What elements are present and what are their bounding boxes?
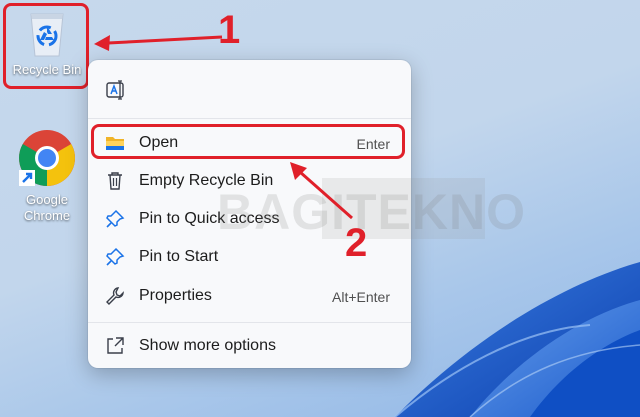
menu-divider	[88, 118, 411, 119]
share-icon	[107, 337, 124, 354]
pin-icon	[106, 247, 125, 266]
menu-item-label: Show more options	[139, 337, 276, 354]
menu-item-label: Properties	[139, 287, 212, 304]
menu-item-label: Pin to Start	[139, 248, 219, 265]
annotation-step-1: 1	[218, 8, 241, 52]
menu-divider	[88, 322, 411, 323]
wrench-icon	[106, 287, 124, 305]
trash-icon	[108, 172, 122, 190]
watermark-text: BAGITEKNO	[217, 184, 526, 240]
rename-icon[interactable]	[104, 78, 128, 102]
desktop-icon-chrome[interactable]: Google Chrome	[7, 128, 87, 224]
menu-item-show-more-options[interactable]: Show more options	[88, 327, 411, 365]
highlight-open-item	[91, 124, 405, 159]
desktop: Recycle Bin Google Chrome Open Enter Emp…	[0, 0, 640, 417]
menu-item-properties[interactable]: Properties Alt+Enter	[88, 277, 411, 315]
pin-icon	[106, 209, 125, 228]
context-menu-top-actions	[88, 72, 411, 108]
highlight-recycle-bin	[3, 3, 89, 89]
annotation-step-2: 2	[345, 221, 368, 265]
chrome-label: Google Chrome	[23, 192, 71, 223]
menu-item-shortcut: Alt+Enter	[332, 289, 390, 305]
chrome-icon	[19, 130, 75, 186]
